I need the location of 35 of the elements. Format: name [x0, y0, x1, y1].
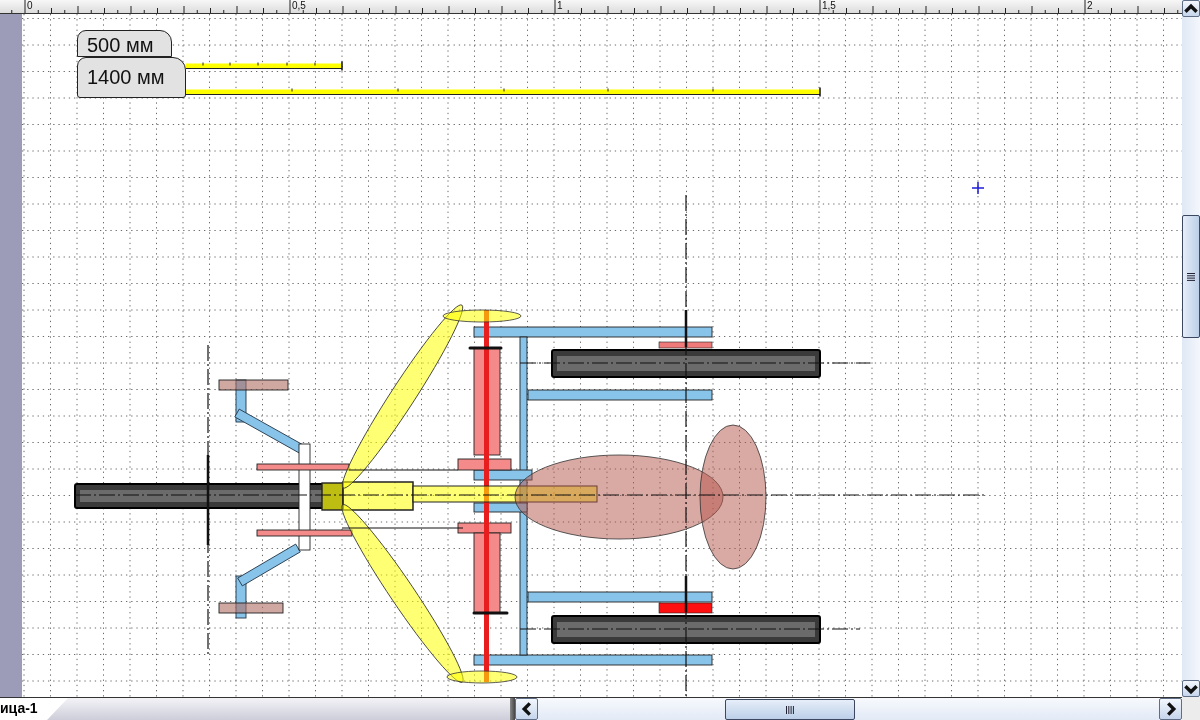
end-cap — [472, 611, 509, 615]
bracket — [658, 341, 713, 349]
ruler-label: 1 — [557, 0, 563, 11]
bracket — [457, 458, 512, 471]
steering-bar — [218, 602, 284, 614]
mount-block — [473, 502, 528, 513]
ruler-label: 2 — [1087, 0, 1093, 11]
scroll-right-button[interactable] — [1159, 698, 1182, 720]
mount-block — [473, 469, 533, 481]
splitter-handle[interactable] — [510, 698, 515, 720]
bracket — [658, 602, 713, 614]
page-tab[interactable]: ица-1 — [0, 698, 68, 720]
ruler-label: 0 — [27, 0, 33, 11]
scroll-up-button[interactable] — [1182, 0, 1200, 17]
bracket — [457, 522, 512, 534]
ruler-label: 1,5 — [822, 0, 836, 11]
dimension-label: 500 мм — [77, 30, 172, 57]
ruler-label: 0,5 — [292, 0, 306, 11]
chevron-left-icon — [519, 702, 534, 716]
crosshair-icon — [971, 181, 985, 195]
scroll-down-button[interactable] — [1182, 680, 1200, 697]
axle-line — [684, 310, 688, 347]
hub-block — [321, 482, 344, 511]
chevron-up-icon — [1184, 1, 1198, 16]
grip-icon — [1187, 272, 1195, 281]
scroll-left-button[interactable] — [515, 698, 538, 720]
scrollbar-thumb[interactable] — [725, 699, 855, 720]
axle-line — [684, 576, 688, 612]
grip-icon — [786, 705, 794, 714]
steering-bar — [218, 379, 289, 391]
end-cap — [468, 346, 503, 350]
blade-tip — [446, 670, 518, 684]
scrollbar-corner — [1182, 697, 1200, 720]
scrollbar-thumb[interactable] — [1182, 215, 1200, 338]
dimension-label: 1400 мм — [77, 57, 186, 98]
